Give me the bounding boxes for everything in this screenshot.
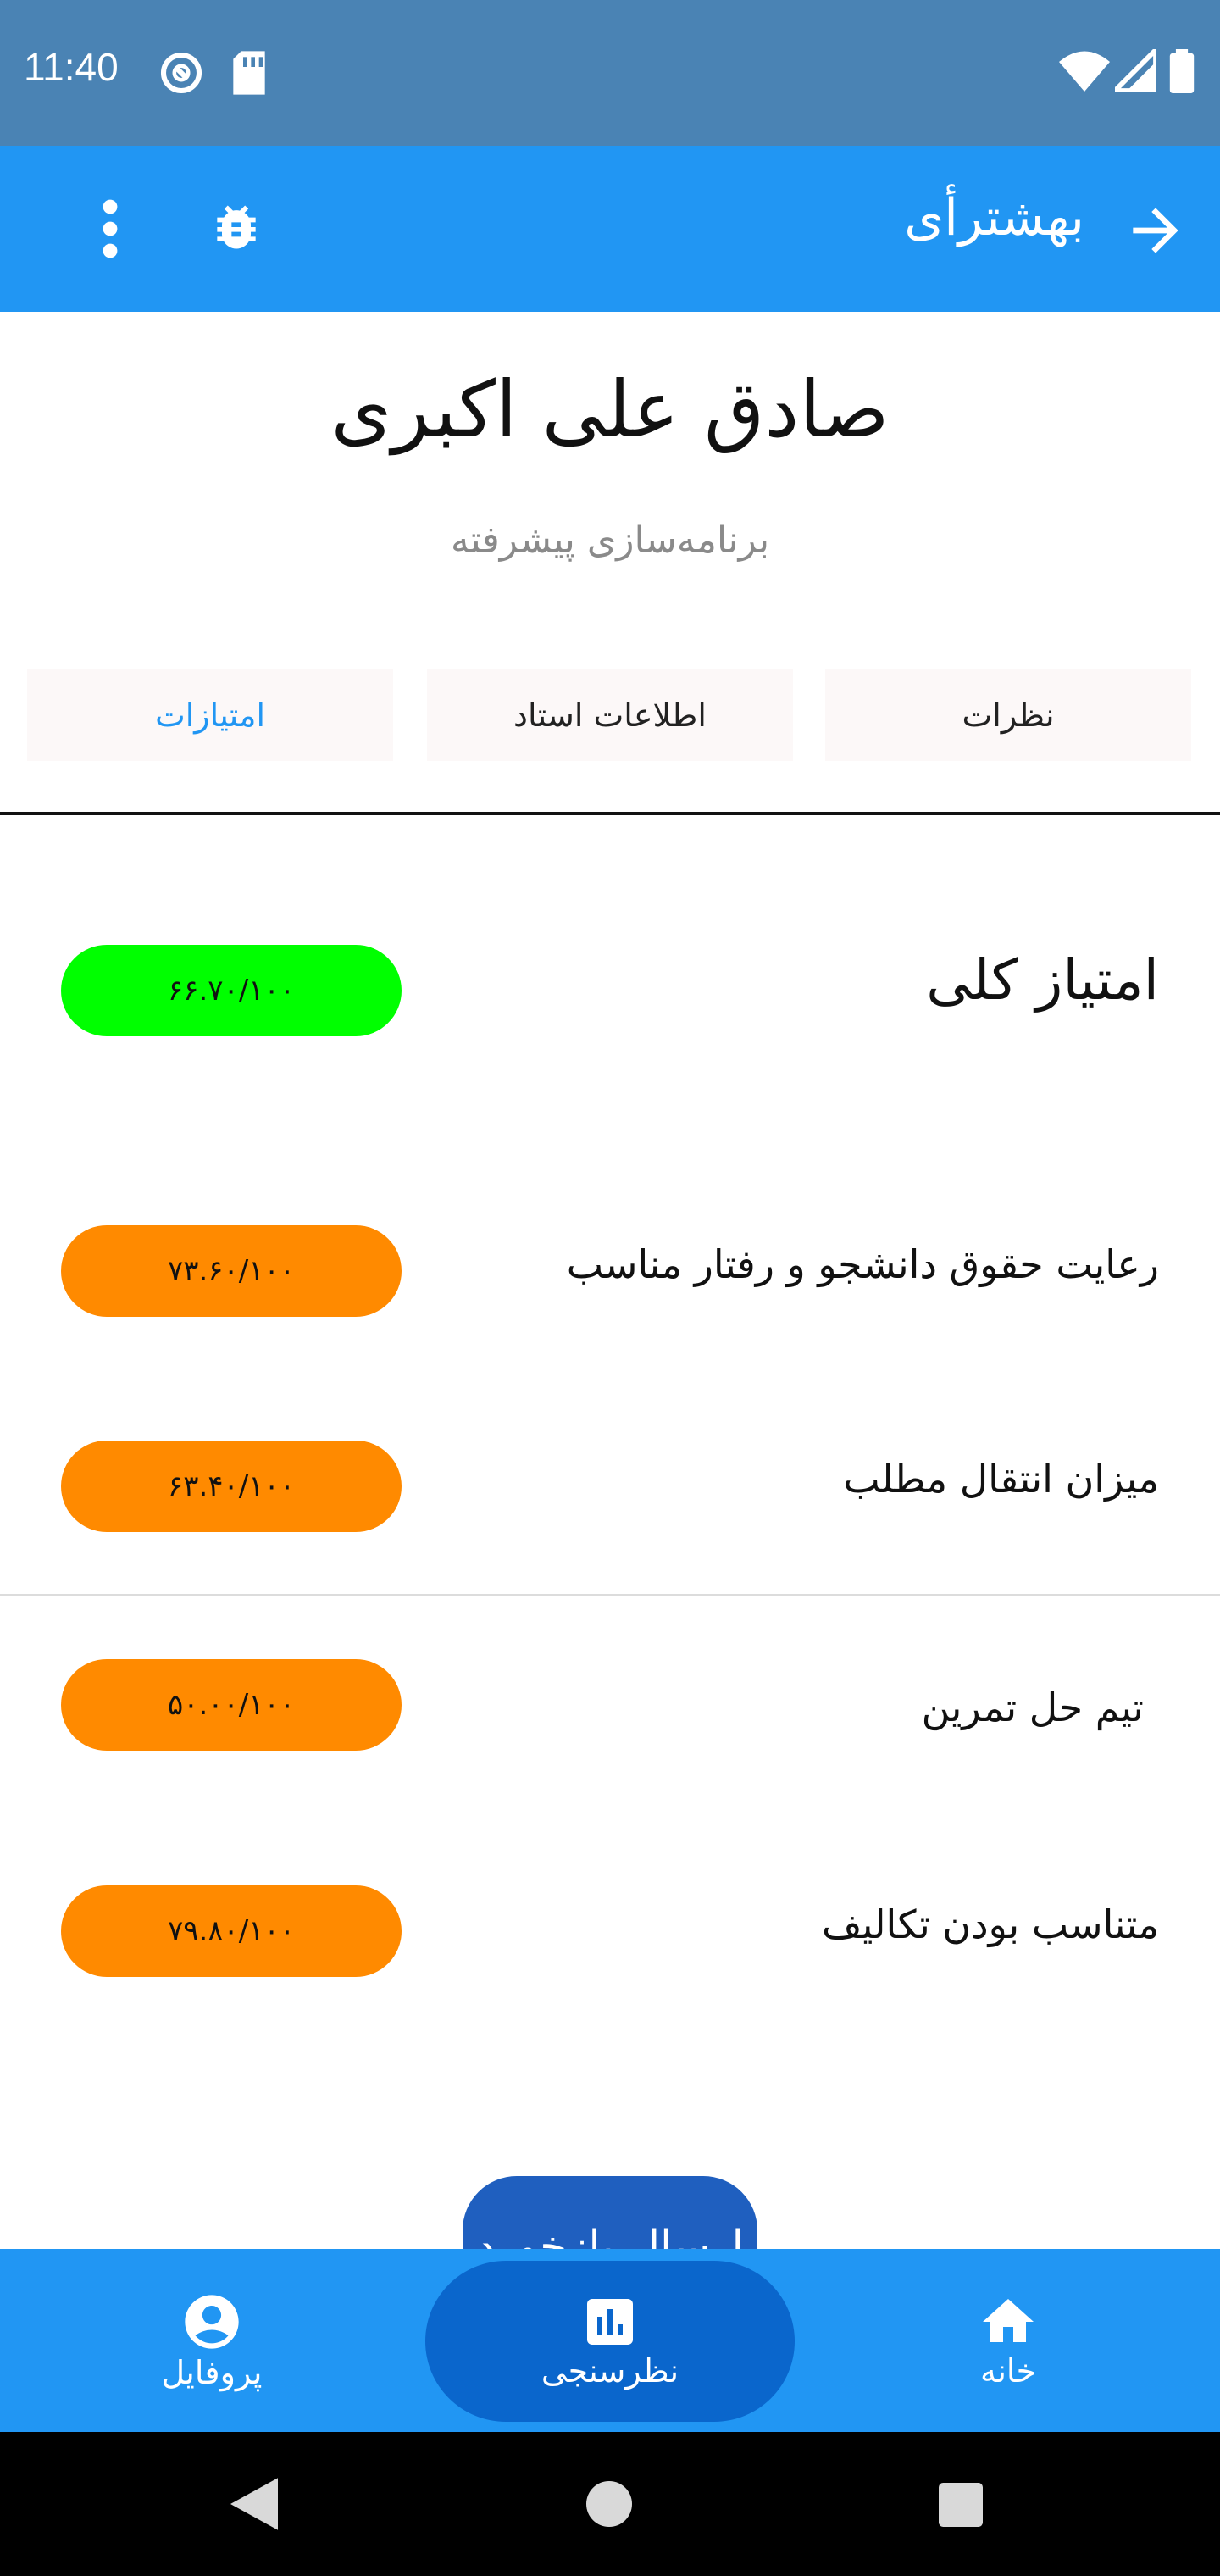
tab-label: نظرات xyxy=(962,697,1055,734)
tab-label: اطلاعات استاد xyxy=(513,697,707,734)
overall-score-label: امتیاز کلی xyxy=(926,947,1159,1013)
recents-square-icon[interactable] xyxy=(939,2483,983,2527)
poll-icon xyxy=(587,2299,633,2345)
tab-comments[interactable]: نظرات xyxy=(825,669,1191,761)
nav-label: نظرسنجی xyxy=(541,2352,679,2390)
app-bar: بهشترأی xyxy=(0,146,1220,312)
nav-item-profile[interactable]: پروفایل xyxy=(127,2249,297,2432)
status-bar: 11:40 xyxy=(0,0,1220,146)
do-not-disturb-icon xyxy=(160,52,202,94)
score-badge: ۵۰.۰۰/۱۰۰ xyxy=(61,1659,402,1751)
score-badge: ۶۳.۴۰/۱۰۰ xyxy=(61,1441,402,1532)
profile-icon xyxy=(185,2295,239,2349)
more-options-icon[interactable] xyxy=(93,198,127,259)
tab-divider xyxy=(0,812,1220,815)
score-label: تیم حل تمرین xyxy=(921,1685,1144,1730)
battery-icon xyxy=(1169,49,1195,93)
nav-label: پروفایل xyxy=(161,2354,263,2391)
tab-teacher-info[interactable]: اطلاعات استاد xyxy=(427,669,793,761)
nav-item-poll[interactable]: نظرسنجی xyxy=(525,2249,695,2432)
sd-card-icon xyxy=(233,51,265,95)
tab-scores[interactable]: امتیازات xyxy=(27,669,393,761)
course-name: برنامه‌سازی پیشرفته xyxy=(450,519,770,562)
app-title: بهشترأی xyxy=(904,188,1084,247)
score-label: میزان انتقال مطلب xyxy=(843,1456,1159,1502)
section-divider xyxy=(0,1594,1220,1596)
home-circle-icon[interactable] xyxy=(586,2481,632,2527)
system-navigation-bar xyxy=(0,2432,1220,2576)
status-time: 11:40 xyxy=(24,45,119,89)
back-triangle-icon[interactable] xyxy=(230,2478,278,2530)
score-label: رعایت حقوق دانشجو و رفتار مناسب xyxy=(566,1241,1159,1287)
back-arrow-icon[interactable] xyxy=(1122,197,1190,264)
nav-label: خانه xyxy=(979,2352,1037,2390)
home-icon xyxy=(983,2299,1034,2342)
signal-icon xyxy=(1115,49,1156,92)
teacher-name: صادق علی اکبری xyxy=(330,364,890,455)
score-label: متناسب بودن تکالیف xyxy=(822,1901,1159,1947)
score-badge: ۷۹.۸۰/۱۰۰ xyxy=(61,1885,402,1977)
nav-item-home[interactable]: خانه xyxy=(923,2249,1093,2432)
score-badge: ۷۳.۶۰/۱۰۰ xyxy=(61,1225,402,1317)
overall-score-badge: ۶۶.۷۰/۱۰۰ xyxy=(61,945,402,1036)
bug-report-icon[interactable] xyxy=(208,198,265,256)
wifi-icon xyxy=(1059,51,1110,92)
tab-label: امتیازات xyxy=(154,697,266,734)
